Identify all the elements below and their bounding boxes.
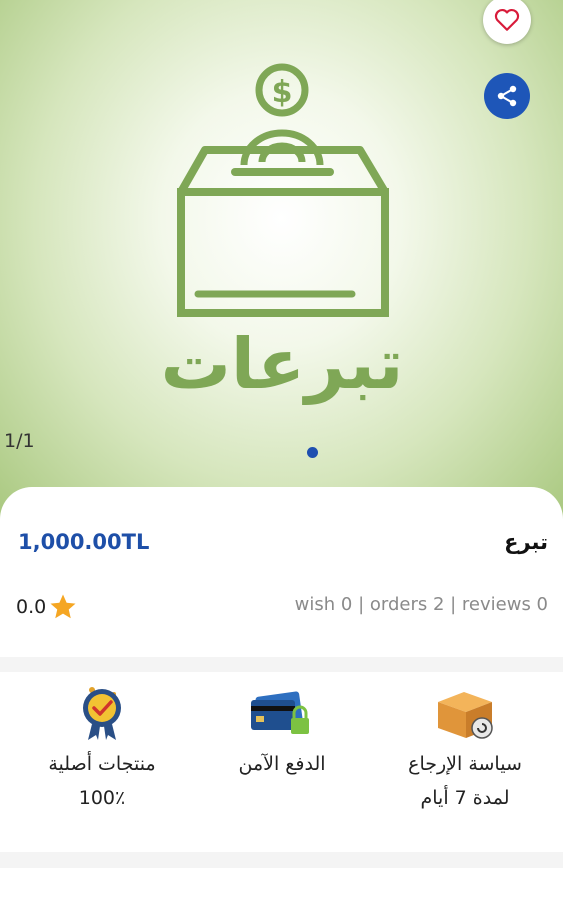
rating-value: 0.0 — [16, 596, 47, 618]
star-icon — [50, 594, 76, 619]
product-info-card — [0, 487, 563, 657]
share-icon — [497, 85, 517, 107]
return-box-icon — [438, 692, 493, 739]
product-rating: 0.0 — [16, 592, 78, 622]
next-section — [0, 868, 563, 908]
secure-card-icon — [251, 691, 309, 734]
donation-box-illustration: $ تبرعات — [161, 63, 404, 405]
share-button[interactable] — [484, 73, 530, 119]
feature-sublabel: لمدة 7 أيام — [420, 787, 510, 809]
feature-label: سياسة الإرجاع — [408, 753, 522, 775]
heart-outline-icon — [494, 8, 520, 31]
feature-original-products: منتجات أصلية 100٪ — [32, 684, 172, 809]
product-price: 1,000.00TL — [18, 530, 150, 554]
feature-secure-payment: الدفع الآمن — [212, 684, 352, 775]
feature-return-policy: سياسة الإرجاع لمدة 7 أيام — [395, 684, 535, 809]
quality-badge-icon — [83, 687, 121, 740]
product-stats: wish 0 | orders 2 | reviews 0 — [294, 594, 548, 615]
carousel-indicator-dot[interactable] — [307, 447, 318, 458]
feature-label: منتجات أصلية — [48, 753, 156, 775]
feature-sublabel: 100٪ — [78, 787, 126, 809]
product-title: تبرع — [504, 530, 548, 554]
product-image-gallery[interactable]: $ تبرعات — [0, 0, 563, 520]
image-caption: تبرعات — [161, 323, 404, 405]
svg-text:$: $ — [272, 75, 293, 110]
feature-label: الدفع الآمن — [238, 753, 326, 775]
image-counter: 1/1 — [4, 430, 35, 452]
